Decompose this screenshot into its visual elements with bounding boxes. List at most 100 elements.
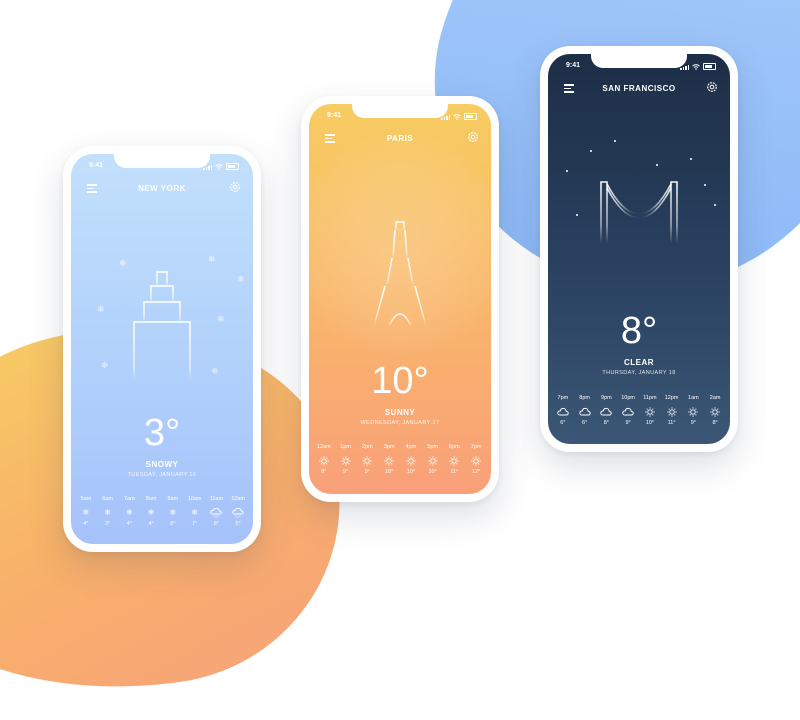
date: WEDNESDAY, JANUARY 17 bbox=[360, 420, 440, 426]
sun-icon bbox=[335, 455, 357, 466]
battery-icon bbox=[464, 113, 477, 120]
hour-temperature: 10° bbox=[406, 468, 416, 475]
hourly-item: 6pm 11° bbox=[444, 444, 466, 475]
star-icon bbox=[690, 158, 692, 160]
hour-temperature: 9° bbox=[690, 419, 696, 426]
star-icon bbox=[614, 140, 616, 142]
notch bbox=[352, 104, 448, 118]
hourly-item: 12am 5° bbox=[227, 496, 249, 527]
notch bbox=[591, 54, 687, 68]
hour-temperature: 7° bbox=[191, 520, 198, 527]
hourly-item: 1am 9° bbox=[683, 395, 705, 426]
snow-icon: ❄ bbox=[126, 507, 133, 517]
hourly-forecast: 5am ❄ 4° 6am ❄ 3° 7am ❄ 4° 8am ❄ 4° 9am ❄ 6° 10am ❄ 7° 11a… bbox=[71, 496, 253, 527]
hour-time: 10pm bbox=[621, 395, 635, 401]
hourly-item: 10am ❄ 7° bbox=[184, 496, 206, 527]
hour-time: 9am bbox=[167, 496, 179, 502]
hour-temperature: 10° bbox=[384, 468, 394, 475]
settings-icon[interactable] bbox=[706, 81, 718, 93]
empire-state-building-icon bbox=[133, 262, 191, 381]
sun-icon bbox=[357, 455, 379, 466]
hour-temperature: 4° bbox=[83, 520, 89, 527]
settings-icon[interactable] bbox=[229, 181, 241, 193]
star-icon bbox=[656, 164, 658, 166]
snowflake-icon: ❄ bbox=[97, 304, 105, 314]
hourly-forecast: 7pm 6° 8pm 6° 9pm 8° 10pm 9° 11pm 10° 12pm 11° 1am 9°… bbox=[548, 395, 730, 426]
hourly-item: 4pm 10° bbox=[400, 444, 422, 475]
sun-icon bbox=[465, 455, 487, 466]
star-icon bbox=[576, 214, 578, 216]
hour-temperature: 8° bbox=[321, 468, 327, 475]
hour-time: 6am bbox=[102, 496, 113, 502]
hour-temperature: 8° bbox=[213, 520, 219, 527]
hourly-item: 7pm 6° bbox=[552, 395, 574, 426]
hour-temperature: 11° bbox=[667, 419, 676, 426]
snowflake-icon: ❄ bbox=[211, 366, 219, 376]
hour-time: 11pm bbox=[643, 395, 657, 401]
notch bbox=[114, 154, 210, 168]
hour-time: 10am bbox=[187, 496, 202, 502]
temperature: 10° bbox=[371, 360, 429, 402]
wifi-icon bbox=[215, 164, 223, 170]
star-icon bbox=[566, 170, 568, 172]
star-icon bbox=[704, 184, 706, 186]
hour-time: 12pm bbox=[664, 395, 679, 401]
settings-icon[interactable] bbox=[467, 131, 479, 143]
hourly-item: 9pm 8° bbox=[596, 395, 618, 426]
hourly-item: 10pm 9° bbox=[617, 395, 639, 426]
cloud-snow-icon bbox=[227, 507, 249, 518]
hour-time: 12am bbox=[231, 496, 245, 502]
hourly-item: 6am ❄ 3° bbox=[97, 496, 119, 527]
temperature: 3° bbox=[143, 412, 181, 454]
condition: SUNNY bbox=[384, 408, 416, 417]
screen-san-francisco: 9:41 SAN FRANCISCO 8° CLEAR THURSDAY, JA… bbox=[548, 54, 730, 444]
sun-icon bbox=[639, 406, 661, 417]
hour-temperature: 10° bbox=[645, 419, 655, 426]
cloud-icon bbox=[552, 407, 574, 416]
hour-temperature: 6° bbox=[560, 419, 566, 426]
date: TUESDAY, JANUARY 16 bbox=[127, 472, 197, 478]
golden-gate-bridge-icon bbox=[593, 181, 685, 244]
condition: CLEAR bbox=[623, 358, 655, 367]
status-icons bbox=[680, 63, 716, 70]
hourly-item: 2pm 9° bbox=[357, 444, 379, 475]
hour-time: 2pm bbox=[362, 444, 373, 450]
hour-temperature: 10° bbox=[428, 468, 437, 475]
hour-time: 1pm bbox=[340, 444, 351, 450]
city-name: NEW YORK bbox=[138, 184, 186, 193]
hour-temperature: 9° bbox=[364, 468, 370, 475]
snowflake-icon: ❄ bbox=[217, 314, 225, 324]
cloud-icon bbox=[574, 407, 596, 416]
cloud-snow-icon bbox=[206, 507, 228, 518]
wifi-icon bbox=[453, 114, 461, 120]
hourly-item: 12pm 11° bbox=[661, 395, 683, 426]
cloud-icon bbox=[617, 407, 639, 416]
sun-icon bbox=[378, 455, 400, 466]
hour-time: 11am bbox=[209, 496, 224, 502]
snow-icon: ❄ bbox=[147, 507, 155, 517]
hour-temperature: 11° bbox=[450, 468, 459, 475]
sun-icon bbox=[683, 406, 705, 417]
hourly-forecast: 12am 8° 1pm 9° 2pm 9° 3pm 10° 4pm 10° 5pm 10° 6pm 11°… bbox=[309, 444, 491, 475]
sun-icon bbox=[661, 406, 683, 417]
star-icon bbox=[590, 150, 592, 152]
hour-time: 7am bbox=[124, 496, 135, 502]
hourly-item: 9am ❄ 6° bbox=[162, 496, 184, 527]
status-icons bbox=[203, 163, 239, 170]
hourly-item: 8am ❄ 4° bbox=[140, 496, 162, 527]
hour-time: 6pm bbox=[449, 444, 460, 450]
screen-new-york: 9:41 NEW YORK ❄ ❄ ❄ ❄ ❄ ❄ ❄ 3° SNOWY TUE… bbox=[71, 154, 253, 544]
battery-icon bbox=[703, 63, 716, 70]
hour-temperature: 8° bbox=[603, 419, 609, 426]
hourly-item: 5am ❄ 4° bbox=[75, 496, 97, 527]
hour-temperature: 9° bbox=[342, 468, 349, 475]
cloud-icon bbox=[596, 407, 618, 416]
condition: SNOWY bbox=[145, 460, 179, 469]
hourly-item: 7am ❄ 4° bbox=[119, 496, 141, 527]
battery-icon bbox=[226, 163, 239, 170]
city-name: PARIS bbox=[386, 134, 414, 143]
city-name: SAN FRANCISCO bbox=[602, 84, 676, 93]
hourly-item: 7pm 12° bbox=[465, 444, 487, 475]
hourly-item: 2am 8° bbox=[704, 395, 726, 426]
hour-time: 7pm bbox=[470, 444, 482, 450]
